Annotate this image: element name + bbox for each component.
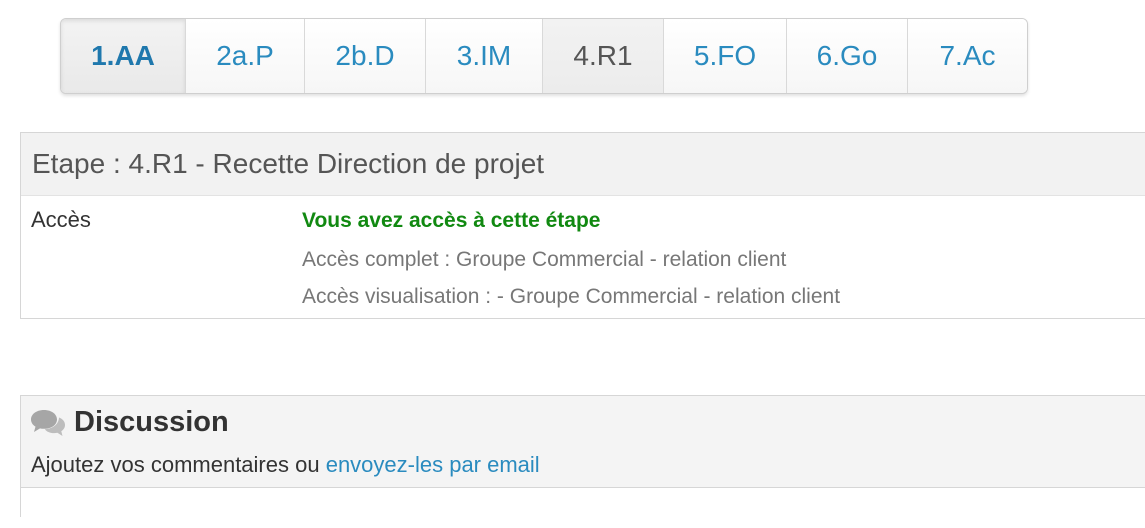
email-link[interactable]: envoyez-les par email (326, 452, 540, 477)
access-full: Accès complet : Groupe Commercial - rela… (302, 248, 787, 271)
discussion-title: Discussion (74, 406, 229, 438)
tab-3im[interactable]: 3.IM (425, 19, 542, 93)
chat-bubbles-icon (30, 408, 66, 438)
discussion-content (21, 487, 1145, 528)
access-view: Accès visualisation : - Groupe Commercia… (302, 285, 841, 308)
etape-body: Accès Vous avez accès à cette étape Accè… (21, 196, 1145, 318)
tab-2bd[interactable]: 2b.D (304, 19, 425, 93)
etape-panel: Etape : 4.R1 - Recette Direction de proj… (20, 132, 1145, 319)
tab-7ac[interactable]: 7.Ac (907, 19, 1027, 93)
discussion-heading: Discussion (30, 406, 229, 439)
tab-6go[interactable]: 6.Go (786, 19, 907, 93)
tab-5fo[interactable]: 5.FO (663, 19, 786, 93)
tab-4r1[interactable]: 4.R1 (542, 19, 663, 93)
discussion-panel: Discussion Ajoutez vos commentaires ou e… (20, 395, 1145, 528)
tab-2ap[interactable]: 2a.P (185, 19, 304, 93)
access-status: Vous avez accès à cette étape (302, 209, 601, 232)
etape-title: Etape : 4.R1 - Recette Direction de proj… (21, 133, 1145, 196)
step-tabs: 1.AA 2a.P 2b.D 3.IM 4.R1 5.FO 6.Go 7.Ac (60, 18, 1028, 94)
access-label: Accès (31, 207, 91, 232)
tab-1aa[interactable]: 1.AA (61, 19, 185, 93)
discussion-subtitle-text: Ajoutez vos commentaires ou (31, 452, 326, 477)
discussion-subtitle: Ajoutez vos commentaires ou envoyez-les … (31, 452, 540, 478)
